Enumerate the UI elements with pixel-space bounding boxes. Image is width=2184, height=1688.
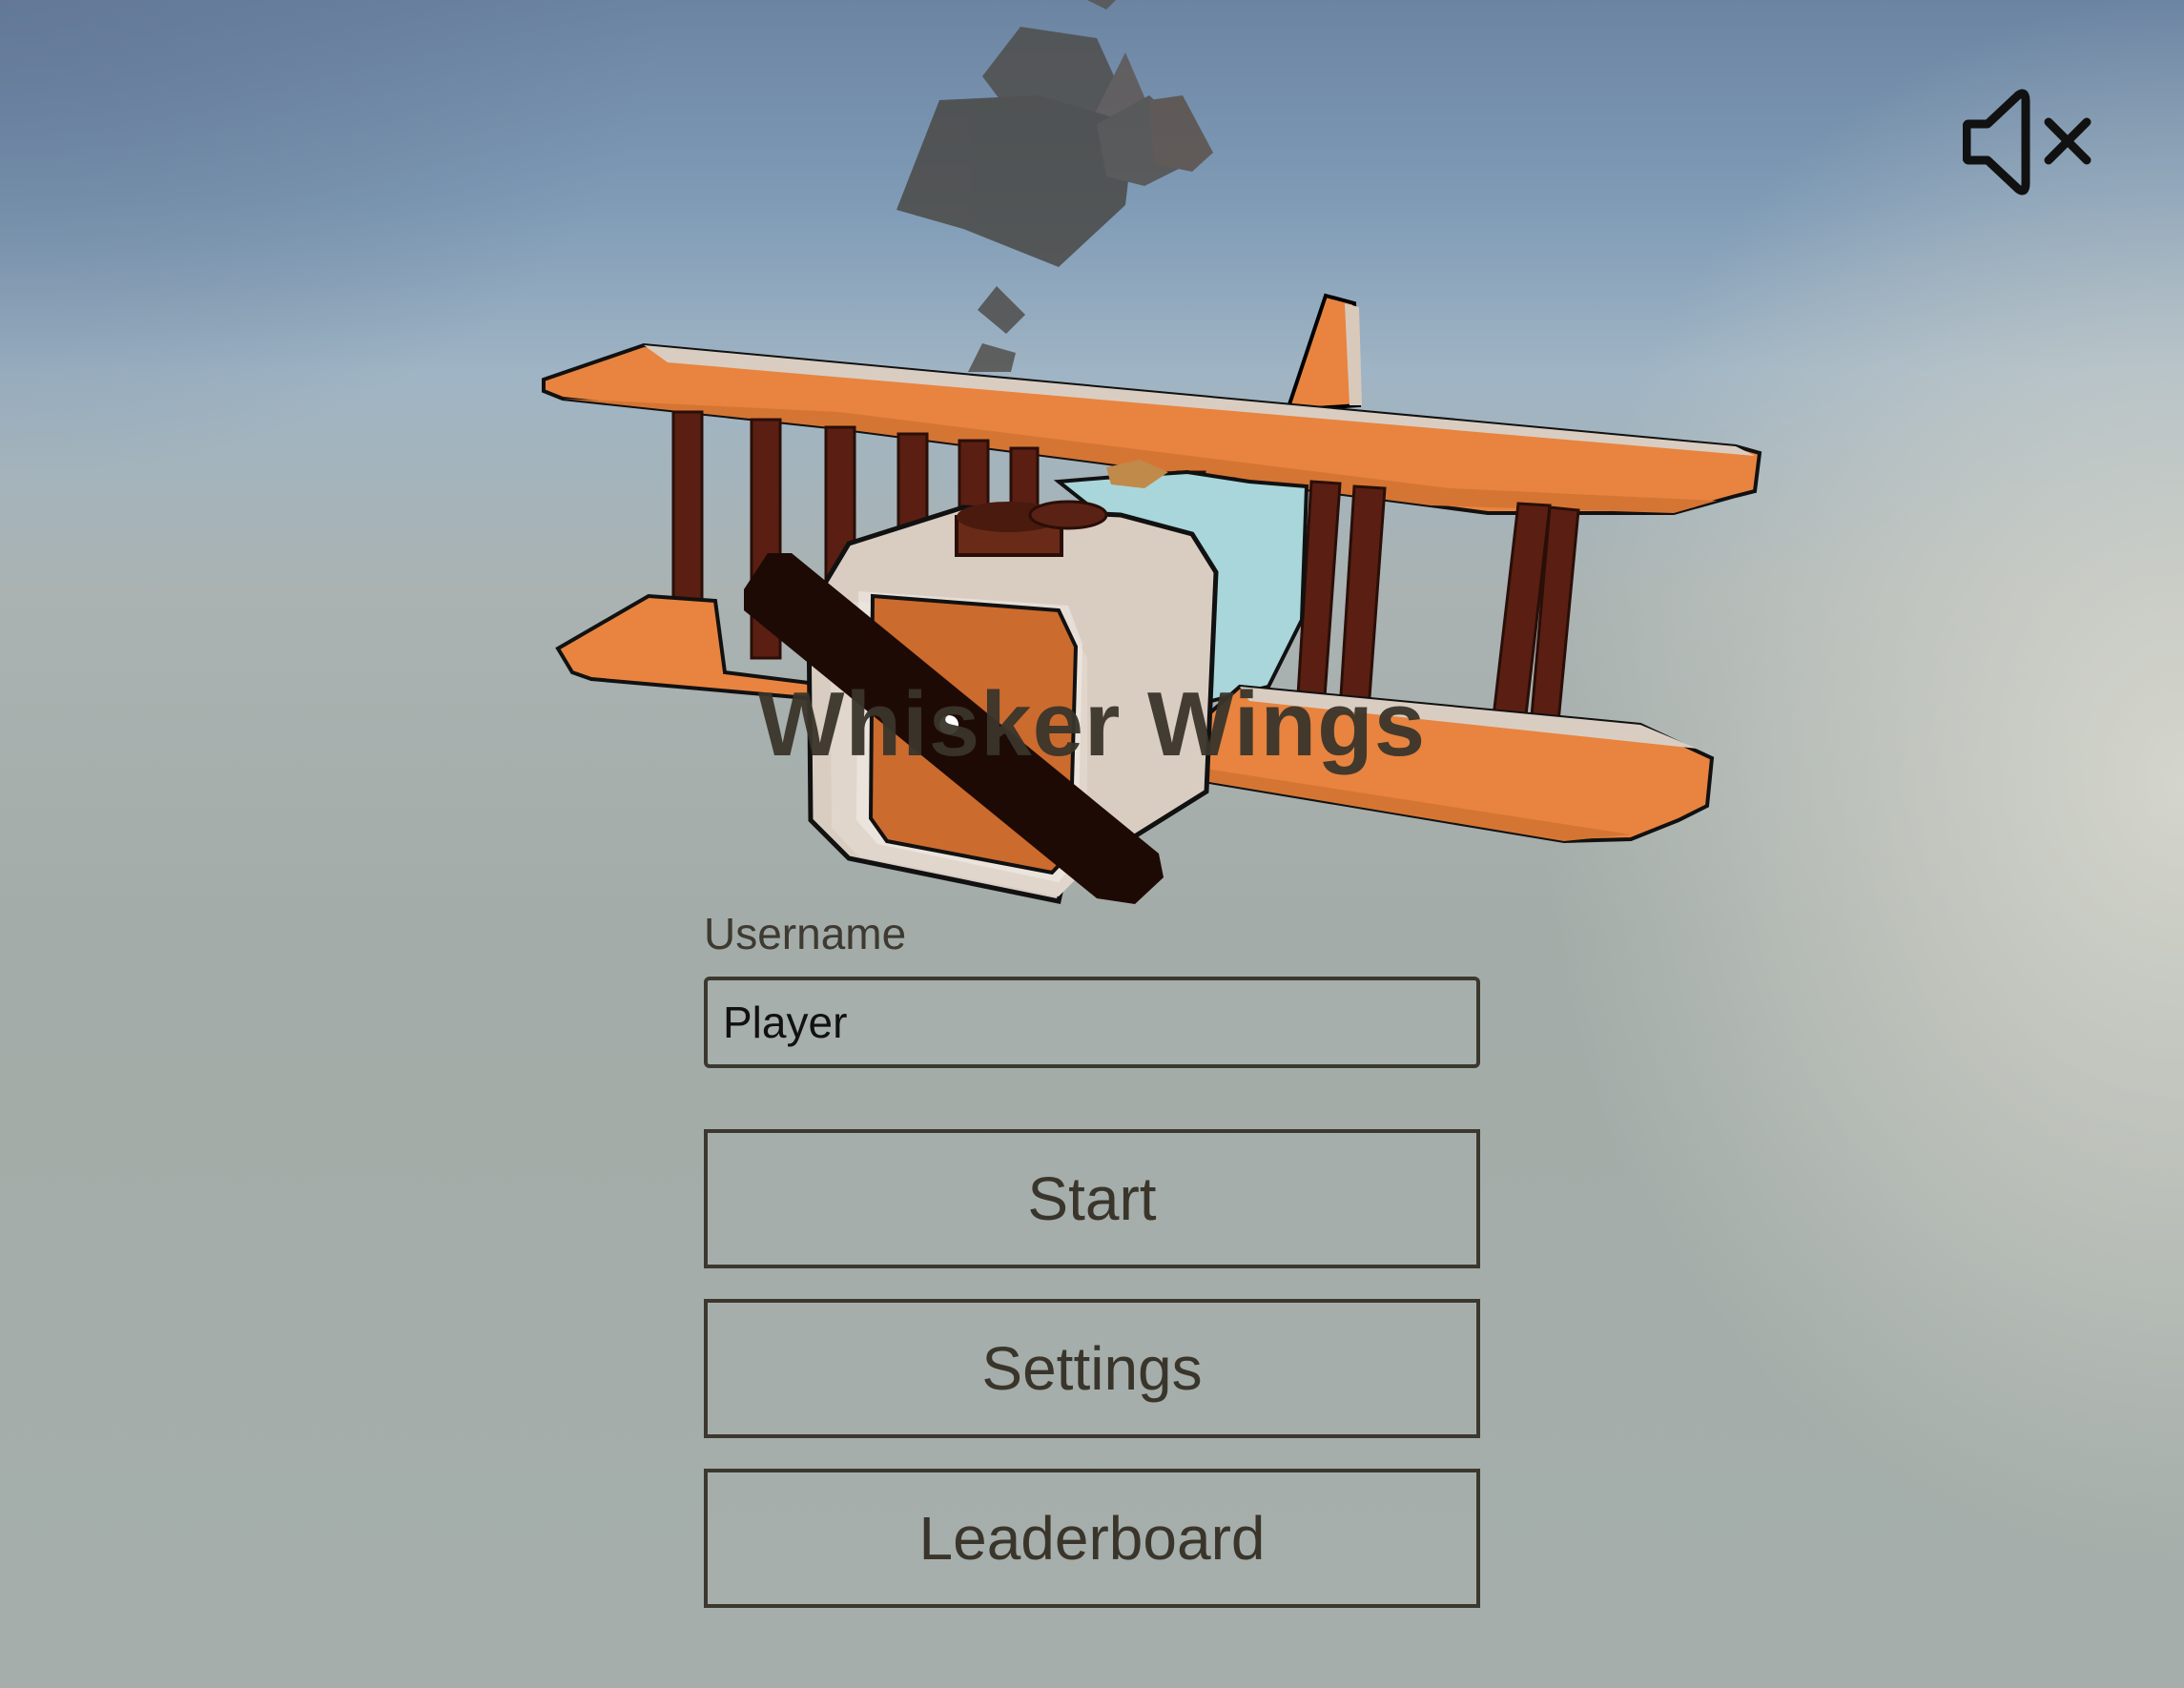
tail-fin [1285,293,1362,413]
main-menu: Username Start Settings Leaderboard [704,906,1480,1608]
smoke-cloud [896,0,1213,372]
settings-button[interactable]: Settings [704,1299,1480,1438]
mute-toggle-button[interactable] [1963,88,2096,196]
username-label: Username [704,909,907,958]
leaderboard-button[interactable]: Leaderboard [704,1469,1480,1608]
username-input[interactable] [704,977,1480,1068]
game-title: Whisker Wings [757,673,1427,775]
start-button[interactable]: Start [704,1129,1480,1268]
speaker-muted-icon [1963,89,2091,196]
